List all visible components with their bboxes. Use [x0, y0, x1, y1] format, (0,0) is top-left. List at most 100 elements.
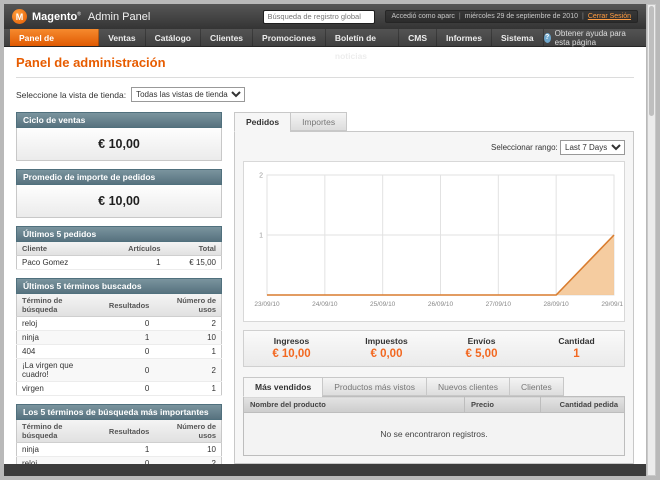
- tab-orders[interactable]: Pedidos: [234, 112, 291, 132]
- scrollbar-thumb[interactable]: [649, 6, 654, 116]
- nav-item-system[interactable]: Sistema: [492, 29, 544, 46]
- table-cell: 0: [103, 344, 155, 359]
- store-view-label: Seleccione la vista de tienda:: [16, 89, 127, 100]
- nav-item-newsletter[interactable]: Boletín de noticias: [326, 29, 400, 61]
- logged-in-as-text: Accedió como aparc: [391, 13, 455, 20]
- table-cell: 0: [103, 358, 155, 382]
- table-cell: 2: [154, 316, 222, 331]
- separator: |: [458, 13, 461, 20]
- current-date-text: miércoles 29 de septiembre de 2010: [464, 13, 578, 20]
- table-cell: Paco Gomez: [16, 255, 102, 270]
- nav-item-promotions[interactable]: Promociones: [253, 29, 326, 46]
- stat-label: Envíos: [467, 336, 496, 346]
- average-orders-value: € 10,00: [16, 185, 222, 218]
- empty-row: No se encontraron registros.: [243, 412, 625, 456]
- top-header: M Magento® Admin Panel Accedió como apar…: [4, 4, 646, 29]
- admin-window: M Magento® Admin Panel Accedió como apar…: [4, 4, 646, 476]
- block-title: Últimos 5 pedidos: [16, 226, 222, 242]
- tab-new-customers[interactable]: Nuevos clientes: [426, 377, 510, 396]
- table-cell: 2: [154, 358, 222, 382]
- page-help-link[interactable]: ? Obtener ayuda para esta página: [543, 28, 646, 47]
- table-cell: 404: [16, 344, 104, 359]
- magento-logo-icon: M: [12, 9, 27, 24]
- dashboard-main-column: Pedidos Importes Seleccionar rango: Last…: [234, 112, 634, 464]
- table-row[interactable]: ninja 1 10: [16, 330, 222, 345]
- tab-customers[interactable]: Clientes: [509, 377, 564, 396]
- diagram-tabs: Pedidos Importes: [234, 112, 634, 132]
- diagram-panel: Seleccionar rango: Last 7 Days 1 2 23/09/1…: [234, 131, 634, 464]
- vertical-scrollbar[interactable]: [647, 4, 656, 476]
- nav-item-catalog[interactable]: Catálogo: [146, 29, 201, 46]
- svg-text:23/09/10: 23/09/10: [254, 301, 280, 308]
- table-row[interactable]: ninja 1 10: [16, 442, 222, 457]
- block-title: Los 5 términos de búsqueda más important…: [16, 404, 222, 420]
- table-row[interactable]: Paco Gomez 1 € 15,00: [16, 255, 222, 270]
- table-cell: ¡La virgen que cuadro!: [16, 358, 104, 382]
- global-search-input[interactable]: [262, 9, 375, 24]
- column-header: Artículos: [101, 242, 166, 256]
- table-cell: 1: [103, 442, 155, 457]
- no-records-message: No se encontraron registros.: [243, 412, 625, 456]
- svg-text:24/09/10: 24/09/10: [312, 301, 338, 308]
- column-header: Cantidad pedida: [540, 396, 625, 413]
- last-orders-table: Cliente Artículos Total Paco Gomez 1 € 15,…: [16, 242, 222, 270]
- nav-item-reports[interactable]: Informes: [437, 29, 492, 46]
- svg-text:2: 2: [259, 173, 263, 180]
- table-cell: 0: [103, 316, 155, 331]
- table-cell: 10: [154, 442, 222, 457]
- last-search-terms-block: Últimos 5 términos buscados Término de b…: [16, 278, 222, 396]
- brand-name: Magento®: [32, 10, 81, 23]
- tab-bestsellers[interactable]: Más vendidos: [243, 377, 323, 397]
- stat-label: Cantidad: [558, 336, 595, 346]
- page-title: Panel de administración: [16, 55, 166, 70]
- nav-item-cms[interactable]: CMS: [399, 29, 438, 46]
- stat-tax: Impuestos € 0,00: [339, 336, 434, 360]
- block-title: Últimos 5 términos buscados: [16, 278, 222, 294]
- tab-most-viewed[interactable]: Productos más vistos: [322, 377, 426, 396]
- table-row[interactable]: virgen 0 1: [16, 381, 222, 396]
- nav-item-dashboard[interactable]: Panel de administración: [10, 29, 100, 61]
- table-row[interactable]: 404 0 1: [16, 344, 222, 359]
- table-cell: 1: [154, 381, 222, 396]
- page-help-label: Obtener ayuda para esta página: [554, 28, 626, 47]
- trademark-symbol: ®: [77, 10, 81, 17]
- table-cell: ninja: [16, 442, 104, 457]
- footer-bar: [4, 464, 646, 476]
- stat-label: Impuestos: [365, 336, 408, 346]
- range-select[interactable]: Last 7 Days: [560, 140, 625, 155]
- column-header: Resultados: [103, 420, 155, 443]
- column-header: Precio: [463, 396, 542, 413]
- tab-amounts[interactable]: Importes: [290, 112, 348, 131]
- table-cell: € 15,00: [165, 255, 222, 270]
- separator: |: [581, 13, 584, 20]
- column-header: Resultados: [103, 294, 155, 317]
- stat-shipping: Envíos € 5,00: [434, 336, 529, 360]
- help-icon: ?: [543, 32, 551, 43]
- nav-item-customers[interactable]: Clientes: [201, 29, 254, 46]
- block-title: Ciclo de ventas: [16, 112, 222, 128]
- grid-tabs: Más vendidos Productos más vistos Nuevos…: [243, 377, 625, 397]
- nav-item-sales[interactable]: Ventas: [99, 29, 146, 46]
- main-nav: Panel de administración Ventas Catálogo …: [4, 28, 646, 61]
- table-cell: reloj: [16, 316, 104, 331]
- svg-text:27/09/10: 27/09/10: [486, 301, 512, 308]
- column-header: Término de búsqueda: [16, 294, 104, 317]
- stat-value: € 5,00: [465, 348, 498, 360]
- brand-product: Admin Panel: [87, 10, 151, 23]
- orders-chart-box: 1 2 23/09/10 24/09/10 25/09/10 26/09/10 27/09/…: [243, 161, 627, 322]
- stat-value: € 0,00: [370, 348, 403, 360]
- stat-label: Ingresos: [273, 336, 310, 346]
- table-row[interactable]: ¡La virgen que cuadro!02: [16, 358, 222, 382]
- svg-text:26/09/10: 26/09/10: [428, 301, 454, 308]
- stat-value: € 10,00: [272, 348, 311, 360]
- orders-chart: 1 2 23/09/10 24/09/10 25/09/10 26/09/10 27/09/…: [254, 173, 627, 309]
- table-row[interactable]: reloj02: [16, 316, 222, 331]
- bestsellers-table: Nombre del producto Precio Cantidad pedi…: [243, 396, 625, 456]
- stat-quantity: Cantidad 1: [529, 336, 624, 360]
- svg-text:25/09/10: 25/09/10: [370, 301, 396, 308]
- range-label: Seleccionar rango:: [491, 143, 558, 152]
- last-search-terms-table: Término de búsqueda Resultados Número de…: [16, 294, 222, 396]
- range-selector-row: Seleccionar rango: Last 7 Days: [243, 140, 625, 155]
- logout-link[interactable]: Cerrar Sesión: [588, 13, 631, 20]
- store-view-select[interactable]: Todas las vistas de tienda: [131, 87, 246, 102]
